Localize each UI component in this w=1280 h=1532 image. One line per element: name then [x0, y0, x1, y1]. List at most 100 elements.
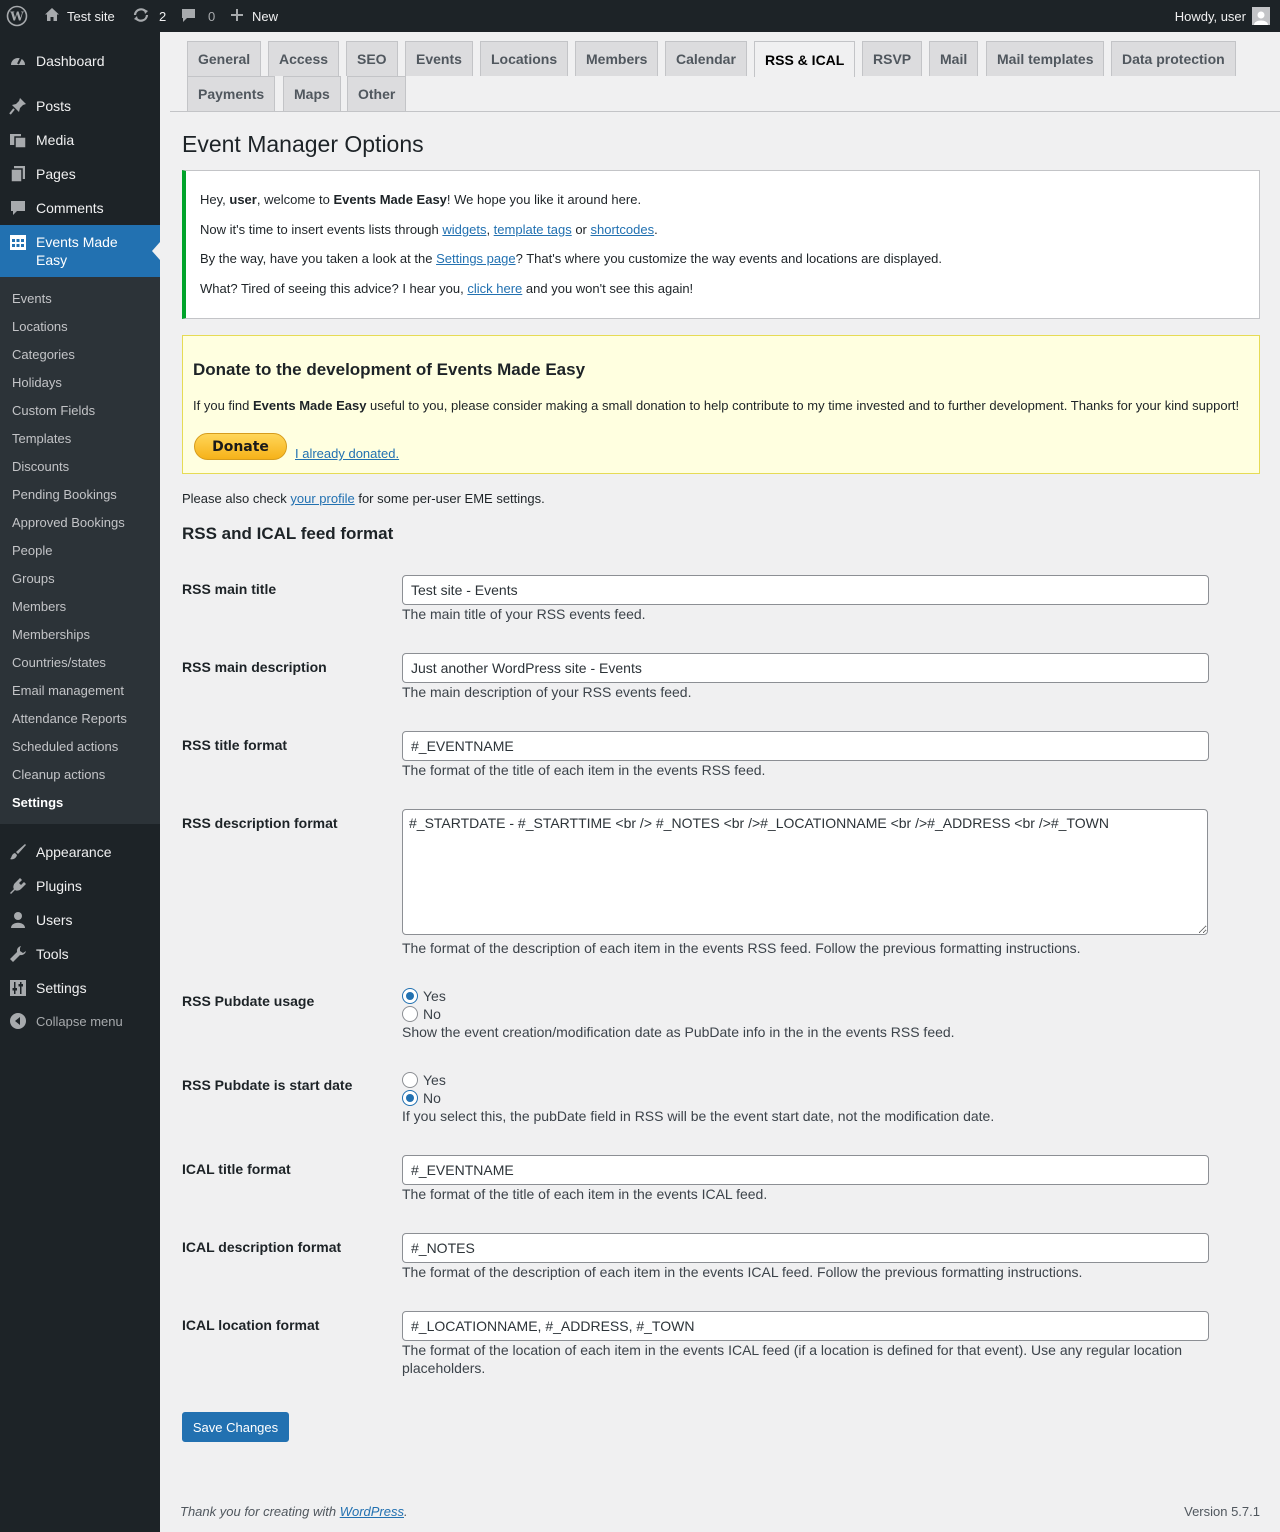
submenu-templates[interactable]: Templates — [12, 431, 71, 446]
rss-title-format-label: RSS title format — [182, 737, 288, 753]
submenu-countries-states[interactable]: Countries/states — [12, 655, 106, 670]
menu-tools[interactable]: Tools — [0, 942, 160, 966]
tab-rsvp[interactable]: RSVP — [862, 41, 923, 76]
rss-pubdate-start-yes[interactable]: Yes — [402, 1071, 446, 1089]
submenu-people[interactable]: People — [12, 543, 52, 558]
radio-unchecked[interactable] — [402, 1006, 418, 1022]
submenu-attendance-reports[interactable]: Attendance Reports — [12, 711, 127, 726]
tab-other[interactable]: Other — [347, 76, 407, 111]
menu-events-made-easy[interactable]: Events Made Easy — [0, 225, 160, 277]
radio-checked[interactable] — [402, 1090, 418, 1106]
events-made-easy-submenu: Events Locations Categories Holidays Cus… — [0, 277, 160, 824]
menu-dashboard[interactable]: Dashboard — [0, 49, 160, 73]
menu-posts[interactable]: Posts — [0, 94, 160, 118]
rss-main-desc-label: RSS main description — [182, 659, 327, 675]
rss-main-title-input[interactable] — [402, 575, 1209, 605]
collapse-arrow-icon — [8, 1011, 28, 1031]
submenu-pending-bookings[interactable]: Pending Bookings — [12, 487, 117, 502]
donate-button[interactable]: Donate — [194, 433, 287, 460]
submenu-categories[interactable]: Categories — [12, 347, 75, 362]
section-title: RSS and ICAL feed format — [182, 524, 394, 543]
menu-media[interactable]: Media — [0, 128, 160, 152]
menu-plugins[interactable]: Plugins — [0, 874, 160, 898]
settings-page-link[interactable]: Settings page — [436, 251, 516, 266]
tab-data-protection[interactable]: Data protection — [1111, 41, 1236, 76]
rss-main-desc-input[interactable] — [402, 653, 1209, 683]
wordpress-link[interactable]: WordPress — [340, 1504, 404, 1519]
radio-unchecked[interactable] — [402, 1072, 418, 1088]
tab-mail-templates[interactable]: Mail templates — [986, 41, 1105, 76]
tab-calendar[interactable]: Calendar — [665, 41, 747, 76]
rss-pubdate-usage-label: RSS Pubdate usage — [182, 993, 315, 1009]
updates-icon — [132, 7, 150, 26]
avatar — [1252, 7, 1270, 25]
menu-appearance[interactable]: Appearance — [0, 840, 160, 864]
new-label: New — [252, 8, 279, 24]
submenu-cleanup-actions[interactable]: Cleanup actions — [12, 767, 105, 782]
submenu-settings[interactable]: Settings — [12, 795, 63, 810]
rss-pubdate-usage-desc: Show the event creation/modification dat… — [402, 1024, 955, 1040]
site-name-link[interactable]: Test site — [44, 0, 115, 32]
comments-link[interactable]: 0 — [180, 0, 215, 32]
ical-location-format-input[interactable] — [402, 1311, 1209, 1341]
tab-events[interactable]: Events — [405, 41, 473, 76]
my-account-link[interactable]: Howdy, user — [1175, 0, 1270, 32]
template-tags-link[interactable]: template tags — [494, 222, 572, 237]
widgets-link[interactable]: widgets — [442, 222, 486, 237]
rss-pubdate-usage-no[interactable]: No — [402, 1005, 441, 1023]
your-profile-link[interactable]: your profile — [290, 491, 354, 506]
menu-comments[interactable]: Comments — [0, 196, 160, 220]
submenu-holidays[interactable]: Holidays — [12, 375, 62, 390]
submenu-locations[interactable]: Locations — [12, 319, 68, 334]
tab-general[interactable]: General — [187, 41, 262, 76]
tab-locations[interactable]: Locations — [480, 41, 569, 76]
settings-sliders-icon — [8, 978, 28, 998]
tab-members[interactable]: Members — [575, 41, 659, 76]
submenu-groups[interactable]: Groups — [12, 571, 55, 586]
already-donated-link[interactable]: I already donated. — [295, 446, 399, 461]
wordpress-logo-icon[interactable]: W — [6, 0, 28, 32]
notice-line-welcome: Hey, user, welcome to Events Made Easy! … — [200, 192, 642, 207]
tab-seo[interactable]: SEO — [346, 41, 398, 76]
new-content-link[interactable]: New — [230, 0, 278, 32]
dismiss-notice-link[interactable]: click here — [467, 281, 522, 296]
admin-bar: W Test site 2 0 New Howdy, user — [0, 0, 1280, 32]
ical-desc-format-label: ICAL description format — [182, 1239, 342, 1255]
submenu-memberships[interactable]: Memberships — [12, 627, 90, 642]
tab-mail[interactable]: Mail — [929, 41, 979, 76]
submenu-members[interactable]: Members — [12, 599, 66, 614]
rss-title-format-input[interactable] — [402, 731, 1209, 761]
paintbrush-icon — [8, 842, 28, 862]
ical-location-format-desc-2: placeholders. — [402, 1360, 486, 1376]
menu-settings[interactable]: Settings — [0, 976, 160, 1000]
ical-desc-format-input[interactable] — [402, 1233, 1209, 1263]
ical-title-format-input[interactable] — [402, 1155, 1209, 1185]
submenu-approved-bookings[interactable]: Approved Bookings — [12, 515, 125, 530]
shortcodes-link[interactable]: shortcodes — [591, 222, 655, 237]
radio-checked[interactable] — [402, 988, 418, 1004]
updates-link[interactable]: 2 — [132, 0, 166, 32]
rss-main-desc-desc: The main description of your RSS events … — [402, 684, 692, 700]
submenu-custom-fields[interactable]: Custom Fields — [12, 403, 95, 418]
ical-location-format-desc-1: The format of the location of each item … — [402, 1342, 1183, 1358]
tab-maps[interactable]: Maps — [283, 76, 341, 111]
rss-title-format-desc: The format of the title of each item in … — [402, 762, 766, 778]
profile-note: Please also check your profile for some … — [182, 491, 545, 506]
tab-payments[interactable]: Payments — [187, 76, 276, 111]
calendar-icon — [8, 232, 28, 252]
tab-rss-ical[interactable]: RSS & ICAL — [754, 41, 856, 77]
rss-pubdate-start-no[interactable]: No — [402, 1089, 441, 1107]
tab-access[interactable]: Access — [268, 41, 340, 76]
submenu-email-management[interactable]: Email management — [12, 683, 124, 698]
save-changes-button[interactable]: Save Changes — [182, 1412, 289, 1442]
rss-pubdate-usage-yes[interactable]: Yes — [402, 987, 446, 1005]
menu-users[interactable]: Users — [0, 908, 160, 932]
donate-text: If you find Events Made Easy useful to y… — [193, 398, 1240, 413]
submenu-scheduled-actions[interactable]: Scheduled actions — [12, 739, 118, 754]
menu-pages[interactable]: Pages — [0, 162, 160, 186]
rss-pubdate-start-desc: If you select this, the pubDate field in… — [402, 1108, 995, 1124]
collapse-menu-button[interactable]: Collapse menu — [0, 1009, 160, 1033]
submenu-discounts[interactable]: Discounts — [12, 459, 69, 474]
rss-desc-format-textarea[interactable]: #_STARTDATE - #_STARTTIME <br /> #_NOTES… — [402, 809, 1208, 935]
submenu-events[interactable]: Events — [12, 291, 52, 306]
